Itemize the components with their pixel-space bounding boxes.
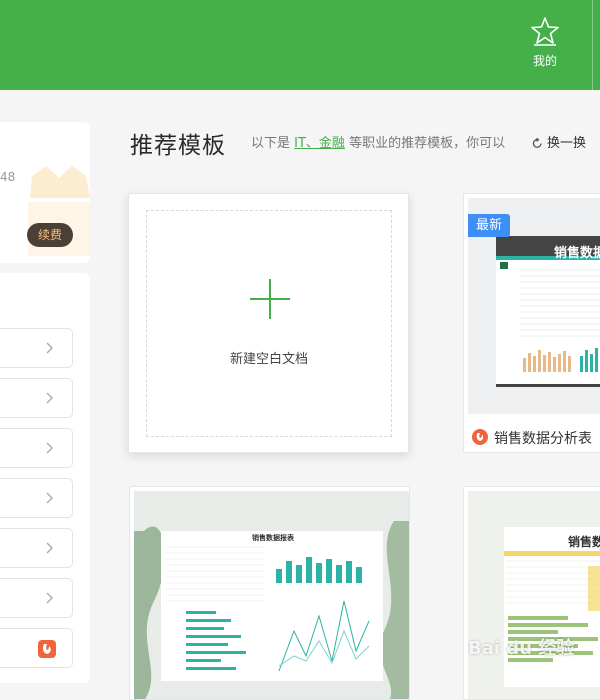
refresh-label: 换一换 [547,136,587,151]
new-doc-label: 新建空白文档 [229,352,308,367]
template-card[interactable]: 最新 销售数据 销售数据分析表 [463,193,600,453]
template-card[interactable]: 销售数据报表 [129,486,410,700]
sheet-title: 销售数据报表 [252,534,294,542]
template-card[interactable]: 销售数 [463,486,600,700]
sheet-title: 销售数据 [554,246,600,261]
desc-suffix: 等职业的推荐模板，你可以 [349,136,506,151]
side-menu-item[interactable] [0,528,73,568]
side-menu-item-wps[interactable] [0,628,73,668]
sheet-title: 销售数 [568,535,600,549]
member-number: 48 [0,170,16,184]
side-menu-item[interactable] [0,428,73,468]
chevron-right-icon [46,592,53,604]
chevron-right-icon [46,392,53,404]
favorites-button[interactable]: 我的 [515,16,575,78]
chevron-right-icon [46,442,53,454]
section-title: 推荐模板 [130,133,226,159]
template-thumbnail: 销售数 [468,491,600,699]
favorites-label: 我的 [532,54,557,68]
new-badge: 最新 [468,214,510,237]
side-menu-item[interactable] [0,578,73,618]
desc-prefix: 以下是 [251,136,291,151]
star-outline-icon [531,17,559,46]
sales-report-preview [134,521,409,699]
template-thumbnail: 最新 销售数据 [468,198,600,414]
dashed-border: 新建空白文档 [146,210,392,437]
main-content: 推荐模板 以下是 IT、金融 等职业的推荐模板，你可以 换一换 新建空白文档 最… [104,90,600,700]
profession-link[interactable]: IT、金融 [294,136,345,151]
chevron-right-icon [46,542,53,554]
sales-sheet-preview-2 [504,527,600,687]
side-menu-item[interactable] [0,328,73,368]
chevron-right-icon [46,492,53,504]
member-card: 48 续费 [0,122,90,263]
section-description: 以下是 IT、金融 等职业的推荐模板，你可以 [251,132,505,151]
top-bar: 我的 [0,0,600,90]
watermark: Bai du 经验 [468,638,575,659]
wps-logo-icon [38,640,56,658]
side-menu [0,273,90,683]
chevron-right-icon [46,342,53,354]
plus-icon [250,279,290,319]
wps-logo-icon [472,429,488,445]
new-blank-doc-card[interactable]: 新建空白文档 [128,193,409,453]
template-thumbnail: 销售数据报表 [134,491,409,699]
template-name: 销售数据分析表 [494,431,592,447]
renew-button[interactable]: 续费 [27,223,73,247]
side-menu-item[interactable] [0,378,73,418]
top-divider [592,0,600,90]
refresh-button[interactable]: 换一换 [532,132,586,151]
side-menu-item[interactable] [0,478,73,518]
refresh-icon [532,137,542,148]
